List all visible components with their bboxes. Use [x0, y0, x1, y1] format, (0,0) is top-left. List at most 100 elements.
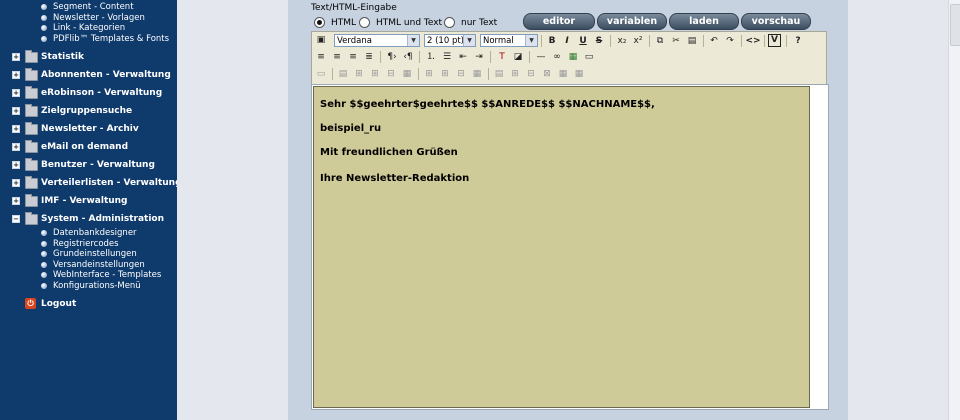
chevron-down-icon: ▼ [463, 35, 475, 46]
editor-content-area[interactable]: Sehr $$geehrter$geehrte$$ $$ANREDE$$ $$N… [313, 86, 810, 408]
ltr-icon[interactable]: ¶› [385, 51, 399, 63]
row-properties-icon[interactable]: ▤ [336, 68, 350, 80]
font-select[interactable]: Verdana ▼ [334, 34, 420, 47]
laden-button[interactable]: laden [669, 13, 739, 30]
split-row-icon[interactable]: ▦ [400, 68, 414, 80]
underline-button[interactable]: U [576, 35, 590, 47]
editor-button[interactable]: editor [523, 13, 595, 30]
expand-icon[interactable]: + [12, 161, 20, 169]
align-center-icon[interactable]: ≡ [330, 51, 344, 63]
radio-icon[interactable] [444, 17, 455, 28]
variablen-button[interactable]: variablen [597, 13, 667, 30]
radio-label: HTML und Text [376, 18, 443, 28]
page-scrollbar[interactable] [948, 0, 960, 420]
ordered-list-icon[interactable]: ⒈ [424, 51, 438, 63]
radio-html[interactable]: HTML [314, 17, 356, 29]
strikethrough-button[interactable]: S [592, 35, 606, 47]
expand-icon[interactable]: + [12, 53, 20, 61]
expand-icon[interactable]: + [12, 197, 20, 205]
sidebar-subitem[interactable]: Segment - Content [0, 2, 177, 13]
table-properties-icon[interactable]: ▭ [314, 68, 328, 80]
insert-row-after-icon[interactable]: ⊞ [368, 68, 382, 80]
sidebar-subitem[interactable]: Link - Kategorien [0, 23, 177, 34]
table-grid-icon[interactable]: ▦ [572, 68, 586, 80]
link-icon[interactable]: ∞ [550, 51, 564, 63]
size-select[interactable]: 2 (10 pt) ▼ [424, 34, 476, 47]
sidebar-subitem[interactable]: Datenbankdesigner [0, 228, 177, 239]
rtl-icon[interactable]: ‹¶ [401, 51, 415, 63]
delete-col-icon[interactable]: ⊟ [454, 68, 468, 80]
align-right-icon[interactable]: ≡ [346, 51, 360, 63]
size-value: 2 (10 pt) [427, 36, 464, 46]
folder-icon [25, 176, 38, 189]
fullscreen-icon[interactable]: ▣ [314, 34, 328, 46]
toolbar-divider [529, 51, 530, 63]
expand-icon[interactable]: + [12, 107, 20, 115]
table-icon[interactable]: ▭ [582, 51, 596, 63]
indent-icon[interactable]: ⇥ [472, 51, 486, 63]
expand-icon[interactable]: + [12, 71, 20, 79]
cell-properties-icon[interactable]: ▤ [492, 68, 506, 80]
radio-html-und-text[interactable]: HTML und Text [359, 17, 442, 29]
split-cell-icon[interactable]: ▦ [556, 68, 570, 80]
sidebar-subitem[interactable]: Konfigurations-Menü [0, 281, 177, 292]
image-icon[interactable]: ▦ [566, 51, 580, 63]
sidebar-subitem-label: Grundeinstellungen [53, 249, 137, 259]
sidebar-subitem[interactable]: Newsletter - Vorlagen [0, 13, 177, 24]
subitems-system: Datenbankdesigner Registriercodes Grunde… [0, 228, 177, 291]
right-margin [848, 0, 948, 420]
unordered-list-icon[interactable]: ☰ [440, 51, 454, 63]
copy-icon[interactable]: ⧉ [653, 35, 667, 47]
expand-icon[interactable]: + [12, 143, 20, 151]
source-code-button[interactable]: <> [745, 35, 761, 47]
sidebar-subitem[interactable]: WebInterface - Templates [0, 270, 177, 281]
split-col-icon[interactable]: ▦ [470, 68, 484, 80]
bold-button[interactable]: B [545, 35, 559, 47]
help-button[interactable]: ? [791, 35, 805, 47]
power-icon[interactable]: ⏻ [25, 298, 36, 309]
align-justify-icon[interactable]: ≣ [362, 51, 376, 63]
radio-selected-icon[interactable] [314, 17, 325, 28]
text-color-icon[interactable]: T [495, 51, 509, 63]
undo-icon[interactable]: ↶ [707, 35, 721, 47]
view-toggle-icon[interactable]: V [768, 34, 781, 47]
sidebar-nav: Segment - Content Newsletter - Vorlagen … [0, 0, 182, 420]
align-left-icon[interactable]: ≡ [314, 51, 328, 63]
horizontal-rule-icon[interactable]: — [534, 51, 548, 63]
insert-col-after-icon[interactable]: ⊞ [438, 68, 452, 80]
expand-icon[interactable]: + [12, 89, 20, 97]
delete-cell-icon[interactable]: ⊟ [524, 68, 538, 80]
format-select[interactable]: Normal ▼ [480, 34, 538, 47]
sidebar-subitem[interactable]: PDFlib™ Templates & Fonts [0, 34, 177, 45]
vorschau-button[interactable]: vorschau [741, 13, 811, 30]
redo-icon[interactable]: ↷ [723, 35, 737, 47]
folder-icon [25, 104, 38, 117]
delete-row-icon[interactable]: ⊟ [384, 68, 398, 80]
scrollbar-thumb[interactable] [950, 4, 960, 46]
paste-icon[interactable]: ▤ [685, 35, 699, 47]
cut-icon[interactable]: ✂ [669, 35, 683, 47]
merge-cells-icon[interactable]: ⊠ [540, 68, 554, 80]
italic-button[interactable]: I [560, 35, 574, 47]
format-value: Normal [483, 36, 514, 46]
toolbar-divider [419, 51, 420, 63]
sidebar-subitem-label: Newsletter - Vorlagen [53, 12, 145, 23]
subscript-icon[interactable]: x₂ [615, 35, 629, 47]
insert-cell-icon[interactable]: ⊞ [508, 68, 522, 80]
sidebar-subitem-label: Link - Kategorien [53, 23, 126, 33]
editor-line: beispiel_ru [320, 123, 382, 134]
sidebar-subitem[interactable]: Grundeinstellungen [0, 249, 177, 260]
radio-icon[interactable] [359, 17, 370, 28]
sidebar-subitem[interactable]: Registriercodes [0, 239, 177, 250]
superscript-icon[interactable]: x² [631, 35, 645, 47]
radio-nur-text[interactable]: nur Text [444, 17, 497, 29]
bullet-icon [41, 25, 47, 31]
expand-icon[interactable]: + [12, 179, 20, 187]
insert-col-before-icon[interactable]: ⊞ [422, 68, 436, 80]
expand-icon[interactable]: + [12, 125, 20, 133]
collapse-icon[interactable]: − [12, 215, 20, 223]
outdent-icon[interactable]: ⇤ [456, 51, 470, 63]
highlight-color-icon[interactable]: ◪ [511, 51, 525, 63]
sidebar-subitem[interactable]: Versandeinstellungen [0, 260, 177, 271]
insert-row-before-icon[interactable]: ⊞ [352, 68, 366, 80]
